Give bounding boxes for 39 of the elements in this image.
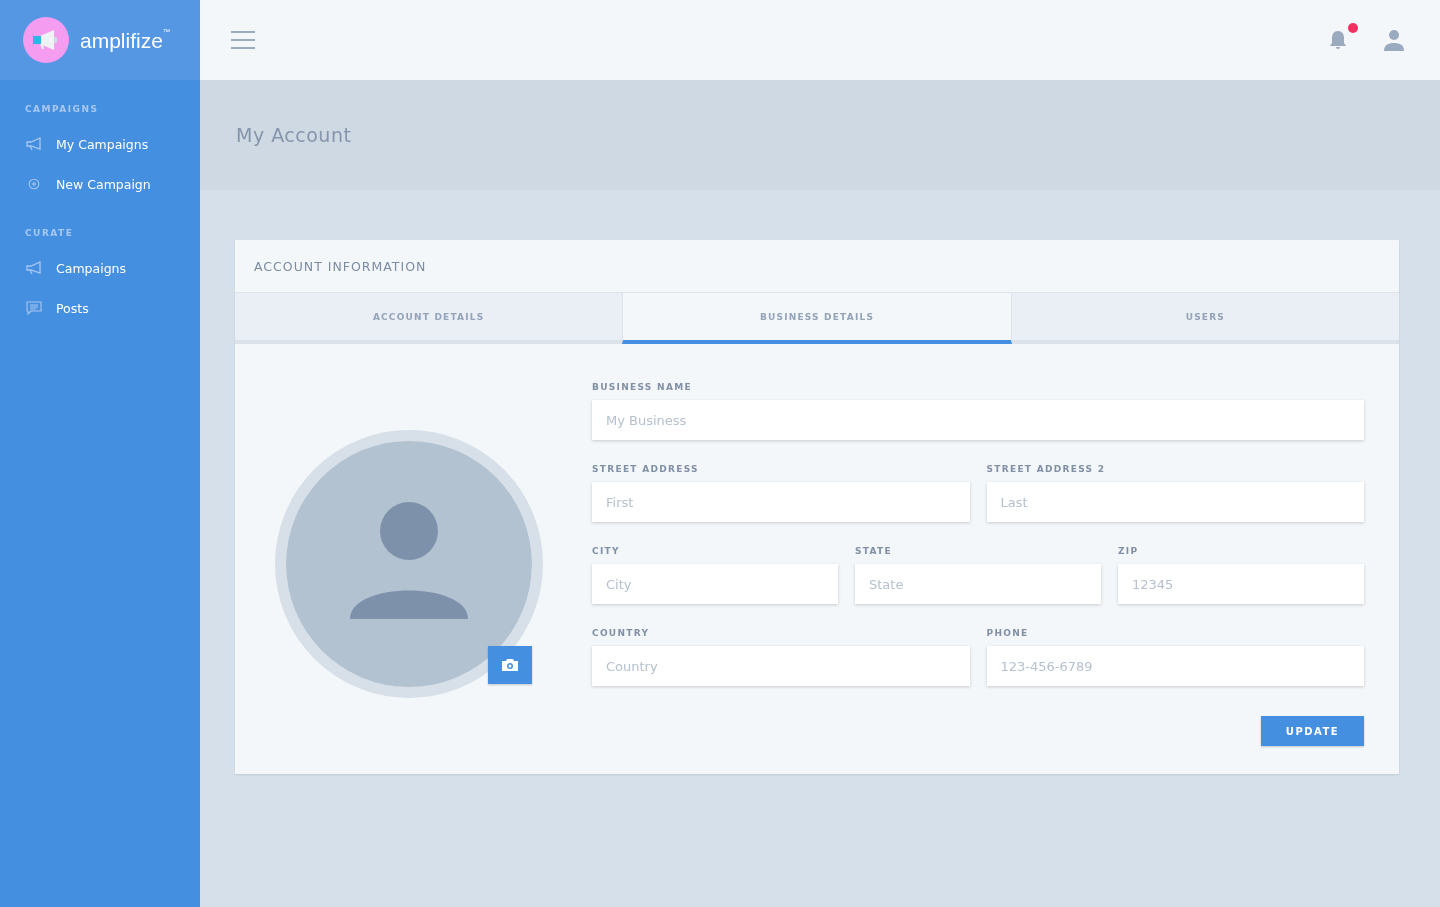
field-label: BUSINESS NAME bbox=[592, 382, 693, 392]
sidebar-section-title: CURATE bbox=[24, 227, 75, 240]
camera-button[interactable] bbox=[488, 646, 532, 684]
brand-name: amplifize$^{™}$ bbox=[80, 27, 170, 53]
bell-icon[interactable] bbox=[1328, 29, 1348, 51]
field-label: STATE bbox=[855, 546, 893, 556]
sidebar-item[interactable]: Posts bbox=[0, 288, 200, 328]
field-label: STREET ADDRESS 2 bbox=[986, 464, 1107, 474]
megaphone-icon bbox=[26, 261, 42, 275]
input-field[interactable]: State bbox=[855, 564, 1101, 604]
field-label: CITY bbox=[592, 546, 621, 556]
chat-icon bbox=[26, 301, 42, 315]
field-label: ZIP bbox=[1118, 546, 1140, 556]
tab[interactable]: USERS bbox=[1011, 292, 1399, 344]
sidebar-item[interactable]: Campaigns bbox=[0, 248, 200, 288]
sidebar-section-title: CAMPAIGNS bbox=[24, 103, 100, 116]
menu-icon[interactable] bbox=[231, 30, 255, 50]
input-field[interactable]: City bbox=[592, 564, 838, 604]
camera-icon bbox=[501, 658, 519, 672]
sidebar-item[interactable]: My Campaigns bbox=[0, 124, 200, 164]
input-field[interactable]: 123-456-6789 bbox=[986, 646, 1364, 686]
megaphone-icon bbox=[26, 137, 42, 151]
tab[interactable]: ACCOUNT DETAILS bbox=[235, 292, 623, 344]
sidebar-item[interactable]: New Campaign bbox=[0, 164, 200, 204]
page-title: My Account bbox=[236, 124, 352, 146]
input-field[interactable]: Last bbox=[986, 482, 1364, 522]
field-label: PHONE bbox=[986, 628, 1030, 638]
input-field[interactable]: First bbox=[592, 482, 970, 522]
input-field[interactable]: 12345 bbox=[1118, 564, 1364, 604]
card-title: ACCOUNT INFORMATION bbox=[253, 257, 428, 276]
field-label: STREET ADDRESS bbox=[592, 464, 700, 474]
megaphone-logo-icon bbox=[23, 17, 69, 63]
input-field[interactable]: Country bbox=[592, 646, 970, 686]
tab[interactable]: BUSINESS DETAILS bbox=[622, 292, 1012, 344]
input-field[interactable]: My Business bbox=[592, 400, 1364, 440]
plus-circle-icon bbox=[26, 177, 42, 191]
user-icon[interactable] bbox=[1383, 29, 1405, 51]
field-label: COUNTRY bbox=[592, 628, 651, 638]
update-button[interactable]: UPDATE bbox=[1261, 716, 1364, 746]
